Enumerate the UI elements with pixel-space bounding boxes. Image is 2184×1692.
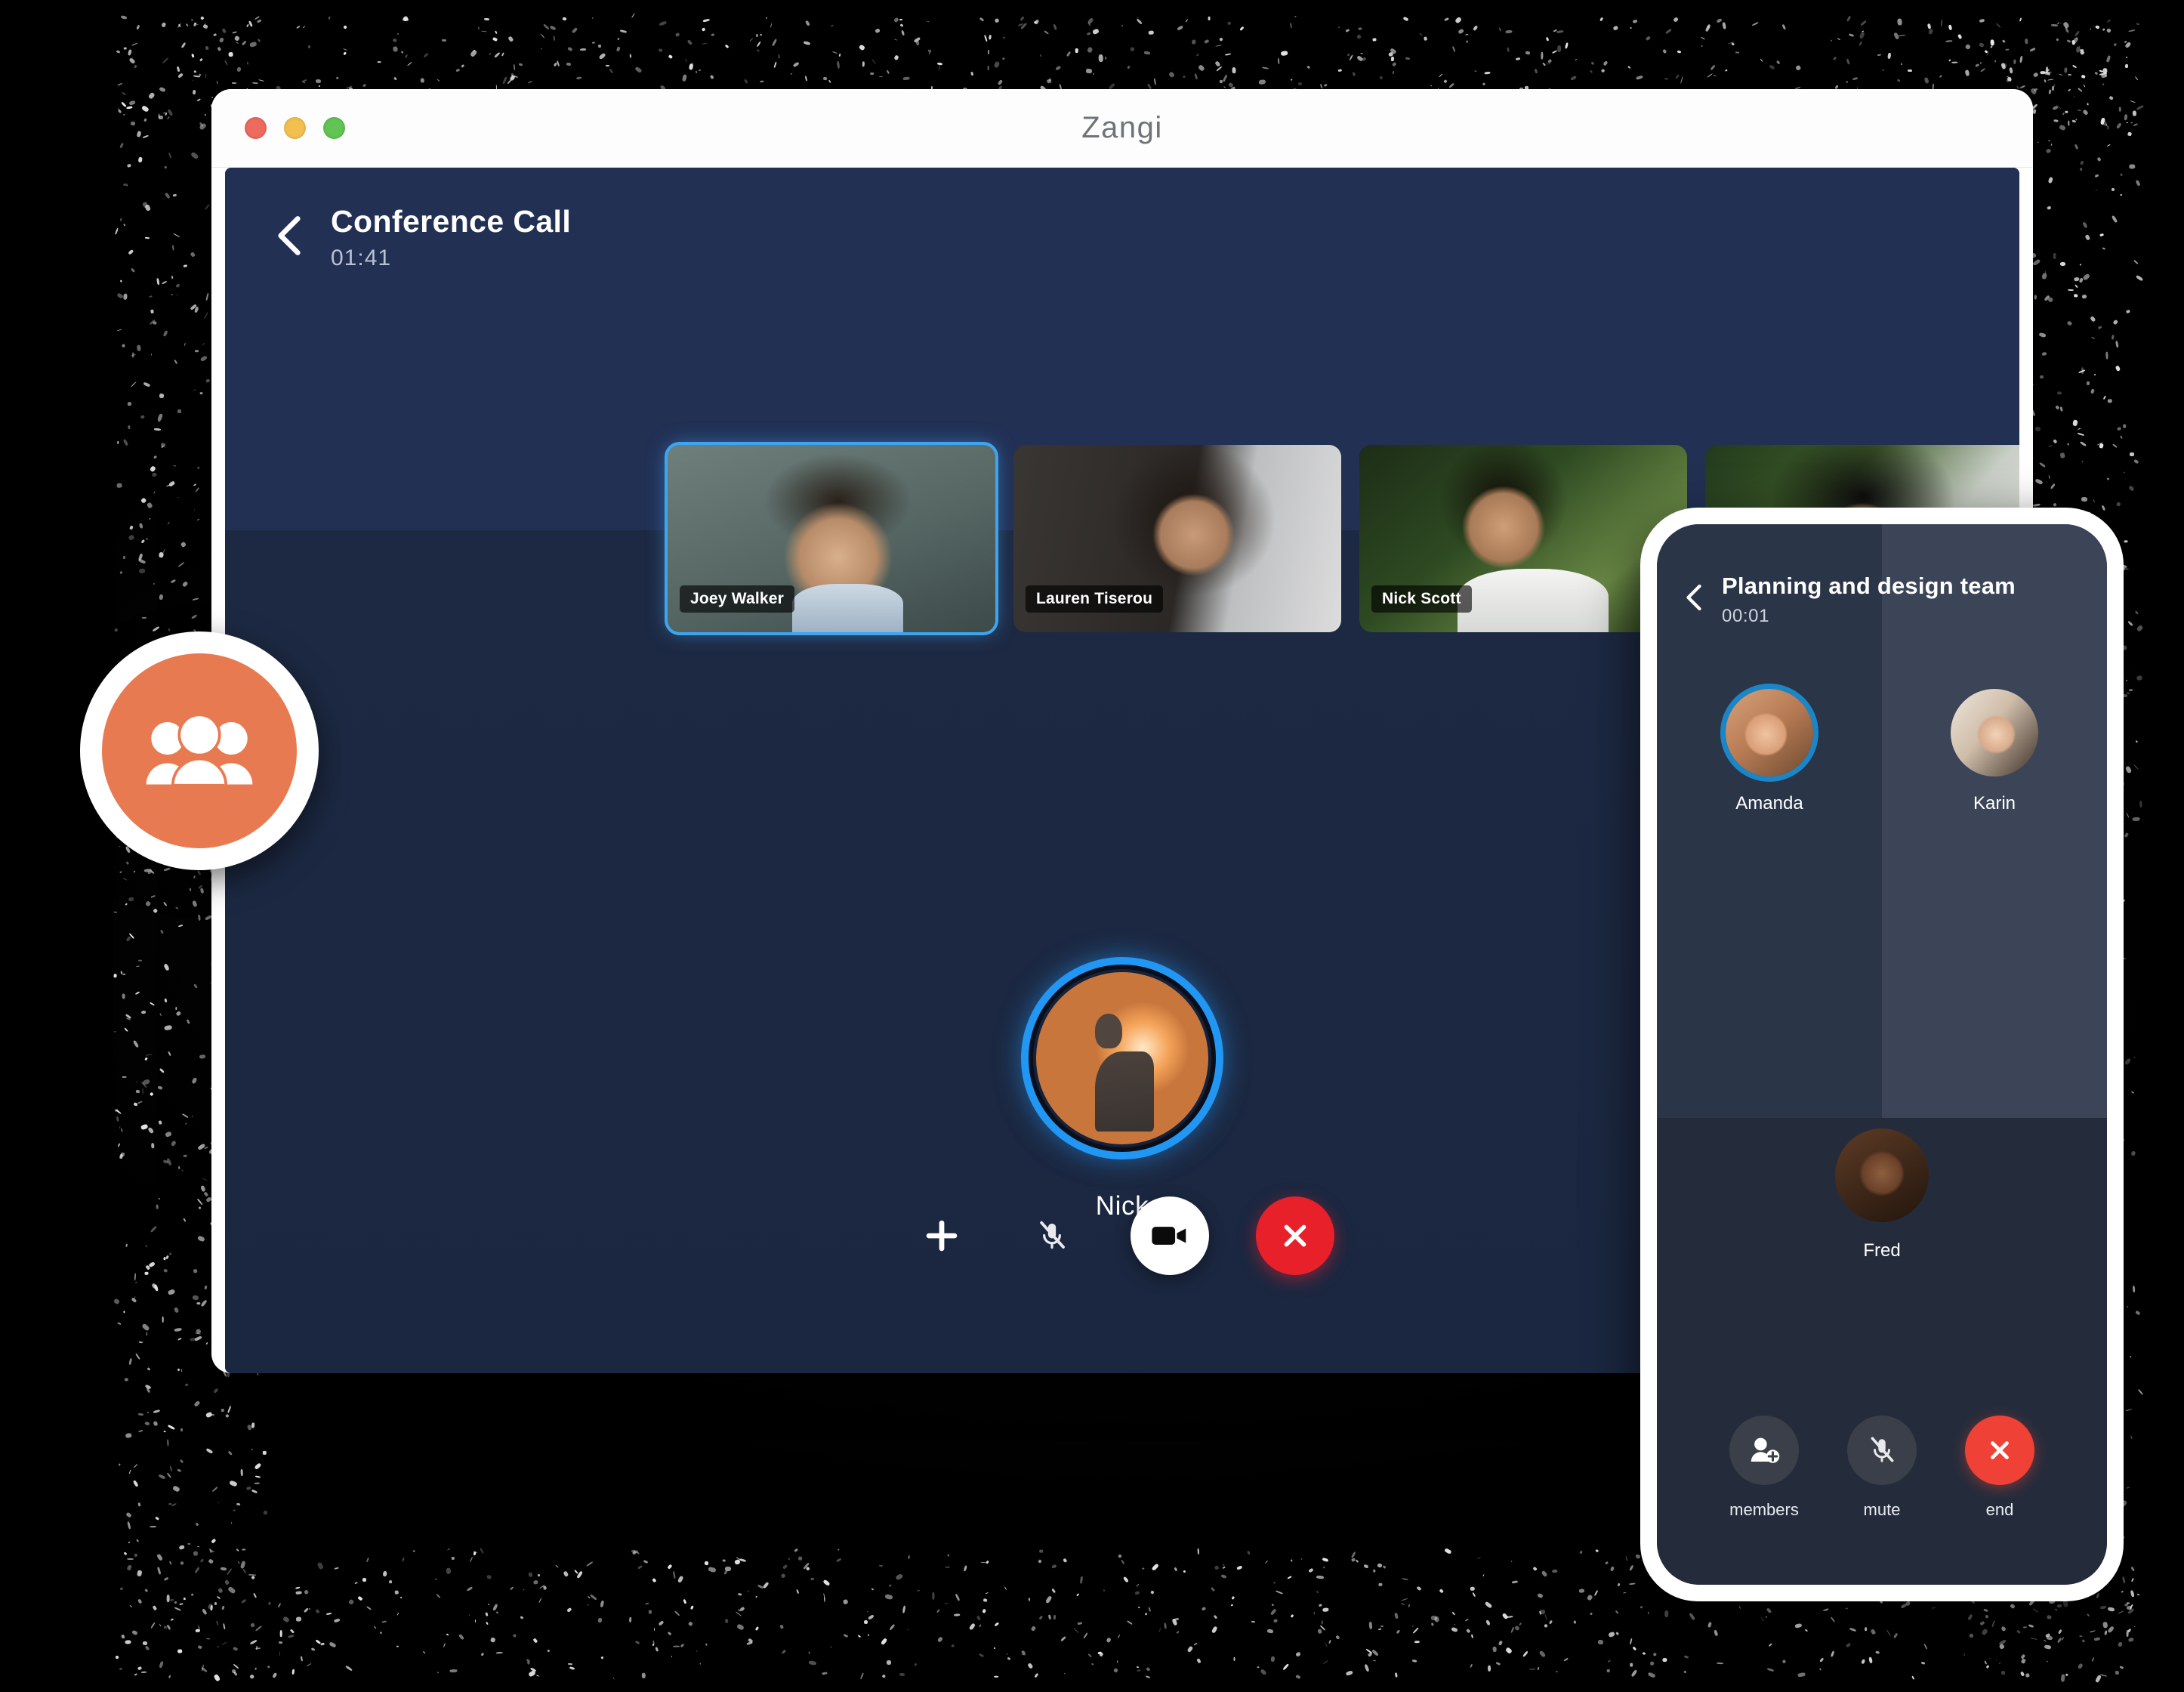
phone-end-circle [1965, 1416, 2034, 1485]
window-titlebar: Zangi [211, 89, 2033, 168]
close-x-icon [1984, 1434, 2016, 1466]
call-timer: 01:41 [331, 245, 571, 271]
video-camera-icon [1150, 1222, 1189, 1249]
participant-thumbnail[interactable]: Lauren Tiserou [1013, 445, 1341, 632]
avatar [1951, 689, 2038, 777]
phone-call-header: Planning and design team 00:01 [1657, 524, 2107, 627]
add-participant-button[interactable] [910, 1204, 973, 1267]
phone-solo-participant[interactable]: Fred [1835, 1129, 1929, 1261]
call-header-texts: Conference Call 01:41 [331, 204, 571, 271]
active-speaker-avatar [1036, 972, 1208, 1144]
call-title: Conference Call [331, 204, 571, 239]
chevron-left-icon[interactable] [272, 213, 307, 258]
person-add-icon [1747, 1433, 1781, 1468]
avatar [1726, 689, 1813, 777]
screenshot-root: Zangi Conference Call 01:41 Joey Walker L… [0, 0, 2184, 1692]
phone-end-label: end [1986, 1500, 2014, 1520]
phone-device: Planning and design team 00:01 Amanda Kar… [1640, 508, 2124, 1601]
phone-call-title: Planning and design team [1722, 573, 2016, 600]
phone-participant[interactable]: Karin [1951, 689, 2038, 814]
video-toggle-button[interactable] [1131, 1196, 1209, 1275]
participant-name-label: Nick Scott [1371, 585, 1472, 613]
phone-call-timer: 00:01 [1722, 606, 2016, 627]
phone-call-controls: members mute end [1657, 1416, 2107, 1520]
phone-participant-name: Karin [1973, 793, 2016, 814]
phone-members-button[interactable]: members [1729, 1416, 1799, 1520]
mute-button[interactable] [1020, 1204, 1084, 1267]
close-x-icon [1278, 1218, 1313, 1253]
phone-mute-button[interactable]: mute [1847, 1416, 1917, 1520]
participant-thumbnail[interactable]: Joey Walker [668, 445, 995, 632]
phone-mute-label: mute [1864, 1500, 1901, 1520]
phone-screen: Planning and design team 00:01 Amanda Kar… [1657, 524, 2107, 1585]
group-badge-inner [102, 653, 297, 848]
plus-icon [922, 1216, 961, 1255]
mic-off-icon [1035, 1218, 1069, 1253]
chevron-left-icon[interactable] [1683, 582, 1705, 613]
participant-name-label: Joey Walker [680, 585, 794, 613]
call-controls [910, 1196, 1334, 1275]
end-call-button[interactable] [1256, 1196, 1334, 1275]
phone-mute-circle [1847, 1416, 1917, 1485]
phone-participant-grid: Amanda Karin [1657, 689, 2107, 814]
avatar [1835, 1129, 1929, 1222]
group-badge[interactable] [80, 631, 319, 870]
phone-participant-name: Amanda [1735, 793, 1803, 814]
active-speaker-ring [1021, 957, 1223, 1159]
window-title: Zangi [211, 111, 2033, 145]
group-people-icon [143, 712, 256, 790]
phone-participant[interactable]: Amanda [1726, 689, 1813, 814]
phone-members-circle [1729, 1416, 1799, 1485]
phone-members-label: members [1729, 1500, 1799, 1520]
participant-thumbnail[interactable]: Nick Scott [1359, 445, 1687, 632]
phone-end-button[interactable]: end [1965, 1416, 2034, 1520]
mic-off-icon [1866, 1434, 1898, 1466]
call-header: Conference Call 01:41 [225, 168, 2019, 304]
active-speaker: Nick [1021, 957, 1223, 1221]
participant-name-label: Lauren Tiserou [1026, 585, 1163, 613]
phone-solo-name: Fred [1863, 1240, 1900, 1261]
phone-header-texts: Planning and design team 00:01 [1722, 573, 2016, 627]
